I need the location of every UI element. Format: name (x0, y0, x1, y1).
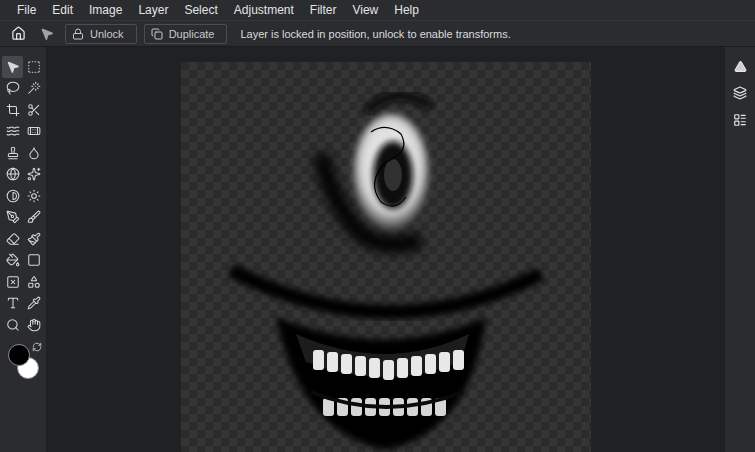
blur-icon (27, 146, 41, 160)
tool-button[interactable] (23, 164, 44, 186)
menu-item[interactable]: View (344, 3, 386, 17)
tool-button[interactable] (2, 250, 23, 272)
face-artwork (181, 62, 591, 452)
tool-grid (2, 56, 46, 336)
menu-item[interactable]: Layer (130, 3, 176, 17)
tool-button[interactable] (23, 271, 44, 293)
globe-icon (6, 167, 20, 181)
panel-bar (725, 47, 755, 452)
tool-button[interactable] (2, 228, 23, 250)
menu-item[interactable]: File (9, 3, 44, 17)
menu-item[interactable]: Image (81, 3, 130, 17)
tool-button[interactable] (2, 56, 23, 78)
tool-button[interactable] (23, 293, 44, 315)
lasso-icon (6, 81, 20, 95)
move-tool-indicator (36, 23, 58, 45)
properties-panel-button[interactable] (729, 109, 751, 131)
foreground-color[interactable] (8, 344, 30, 366)
hand-icon (27, 318, 41, 332)
tool-button[interactable] (2, 207, 23, 229)
shapes-icon (27, 275, 41, 289)
menu-item[interactable]: Edit (44, 3, 81, 17)
properties-icon (733, 113, 747, 127)
sparkle-icon (27, 167, 41, 181)
layers-icon (733, 86, 747, 100)
tool-button[interactable] (2, 314, 23, 336)
tool-button[interactable] (23, 314, 44, 336)
brush-icon (27, 210, 41, 224)
tool-button[interactable] (2, 271, 23, 293)
pen-icon (6, 210, 20, 224)
duplicate-button[interactable]: Duplicate (144, 24, 228, 44)
tool-button[interactable] (23, 228, 44, 250)
dodge-icon (6, 189, 20, 203)
workspace (46, 47, 725, 452)
character-panel-button[interactable] (729, 55, 751, 77)
menu-item[interactable]: Help (386, 3, 427, 17)
eraser-icon (6, 232, 20, 246)
document-canvas[interactable] (181, 62, 591, 452)
stamp-icon (6, 146, 20, 160)
swap-colors-button[interactable] (32, 342, 42, 352)
copy-icon (151, 28, 163, 40)
sun-icon (27, 189, 41, 203)
status-message: Layer is locked in position, unlock to e… (240, 28, 510, 40)
magic-wand-icon (27, 81, 41, 95)
tool-button[interactable] (23, 121, 44, 143)
tool-button[interactable] (2, 185, 23, 207)
bucket-icon (6, 253, 20, 267)
paintbrush-icon (27, 232, 41, 246)
menu-item[interactable]: Adjustment (226, 3, 302, 17)
tool-button[interactable] (23, 250, 44, 272)
tool-button[interactable] (23, 207, 44, 229)
tool-bar (0, 47, 46, 452)
swap-icon (32, 342, 42, 352)
tool-button[interactable] (23, 142, 44, 164)
tool-button[interactable] (2, 164, 23, 186)
tool-button[interactable] (23, 185, 44, 207)
home-button[interactable] (7, 23, 29, 45)
type-icon (6, 296, 20, 310)
tool-button[interactable] (2, 142, 23, 164)
tool-button[interactable] (2, 121, 23, 143)
marquee-icon (27, 60, 41, 74)
scissors-icon (27, 103, 41, 117)
lock-icon (72, 28, 84, 40)
photo-editor: FileEditImageLayerSelectAdjustmentFilter… (0, 0, 755, 452)
gradient-icon (27, 253, 41, 267)
tool-button[interactable] (23, 78, 44, 100)
pointer-icon (40, 27, 54, 41)
character-icon (734, 60, 747, 73)
menu-item[interactable]: Select (176, 3, 225, 17)
menu-item[interactable]: Filter (302, 3, 345, 17)
zoom-icon (6, 318, 20, 332)
tool-button[interactable] (2, 99, 23, 121)
tool-button[interactable] (2, 293, 23, 315)
home-icon (11, 26, 26, 41)
menu-bar: FileEditImageLayerSelectAdjustmentFilter… (0, 0, 755, 20)
unlock-button[interactable]: Unlock (65, 24, 137, 44)
eyedropper-icon (27, 296, 41, 310)
layers-panel-button[interactable] (729, 82, 751, 104)
color-swatches (2, 342, 44, 382)
frame-icon (6, 275, 20, 289)
liquify-icon (6, 124, 20, 138)
options-bar: Unlock Duplicate Layer is locked in positi… (0, 20, 755, 47)
crop-icon (6, 103, 20, 117)
tool-button[interactable] (23, 99, 44, 121)
move-icon (6, 60, 20, 74)
healing-icon (27, 124, 41, 138)
tool-button[interactable] (23, 56, 44, 78)
tool-button[interactable] (2, 78, 23, 100)
